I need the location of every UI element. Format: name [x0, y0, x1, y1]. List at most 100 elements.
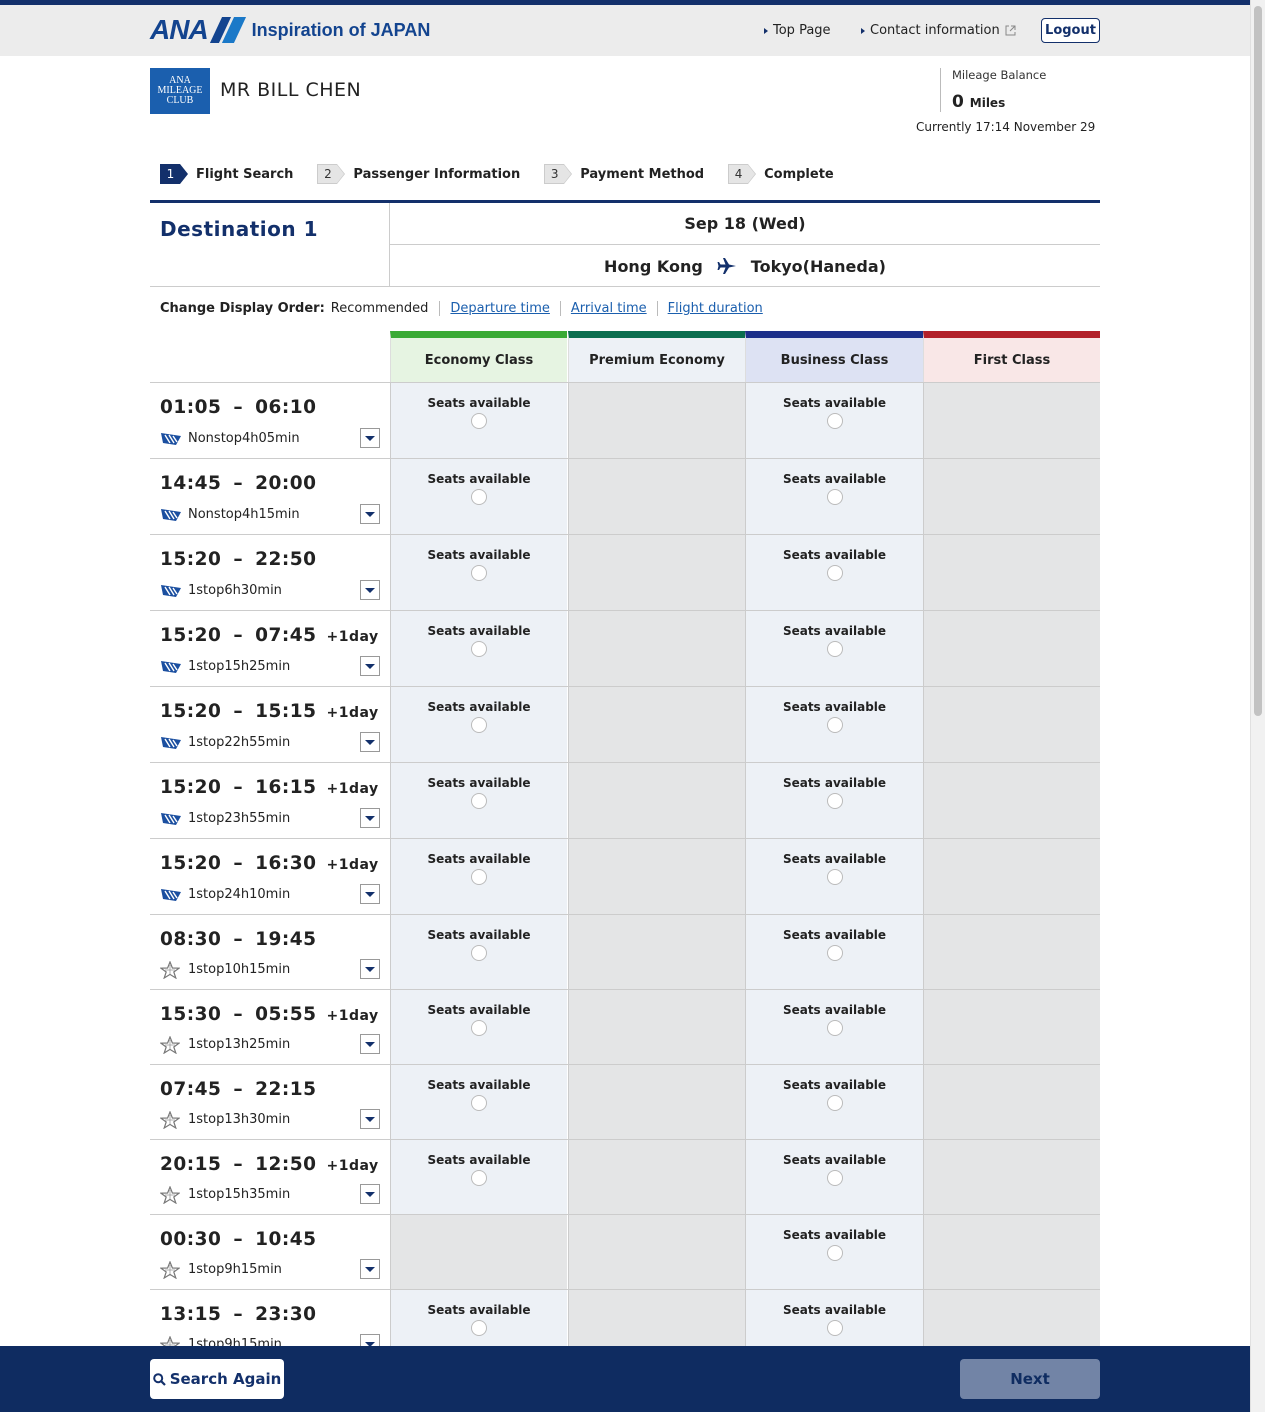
- fare-cell-business[interactable]: Seats available: [745, 383, 923, 458]
- fare-cell-business[interactable]: Seats available: [745, 1140, 923, 1214]
- stops-duration: 1stop6h30min: [188, 582, 282, 598]
- fare-radio[interactable]: [471, 717, 487, 733]
- table-row: 14:45–20:00 Nonstop4h15min Seats available…: [150, 458, 1100, 534]
- sort-arrival-time-link[interactable]: Arrival time: [559, 301, 657, 316]
- fare-radio[interactable]: [471, 869, 487, 885]
- fare-cell-economy[interactable]: Seats available: [390, 763, 567, 838]
- fare-radio[interactable]: [471, 489, 487, 505]
- fare-radio[interactable]: [826, 565, 843, 581]
- fare-cell-business[interactable]: Seats available: [745, 1215, 923, 1289]
- fare-cell-economy[interactable]: Seats available: [390, 1140, 567, 1214]
- fare-radio[interactable]: [826, 1170, 843, 1186]
- fare-radio[interactable]: [471, 1320, 487, 1336]
- flight-times: 15:30–05:55 +1day: [160, 1004, 379, 1025]
- ana-logo[interactable]: ANA Inspiration of JAPAN: [150, 14, 430, 45]
- fare-cell-business[interactable]: Seats available: [745, 839, 923, 914]
- sort-departure-time-link[interactable]: Departure time: [439, 301, 559, 316]
- expand-details-button[interactable]: [360, 656, 380, 676]
- step-label: Payment Method: [580, 166, 705, 182]
- time-separator: –: [233, 1229, 244, 1250]
- search-again-button[interactable]: Search Again: [150, 1359, 284, 1399]
- fare-cell-economy[interactable]: Seats available: [390, 990, 567, 1064]
- fare-cell-business[interactable]: Seats available: [745, 687, 923, 762]
- expand-details-button[interactable]: [360, 580, 380, 600]
- fare-cell-first: [923, 1215, 1100, 1289]
- logo-text: ANA: [150, 14, 209, 45]
- fare-cell-economy[interactable]: Seats available: [390, 383, 567, 458]
- fare-cell-premium-economy: [568, 1215, 745, 1289]
- table-row: 15:20–15:15 +1day 1stop22h55min Seats avail…: [150, 686, 1100, 762]
- seats-available-label: Seats available: [427, 1003, 531, 1017]
- fare-radio[interactable]: [471, 1170, 487, 1186]
- fare-cell-business[interactable]: Seats available: [745, 763, 923, 838]
- contact-link[interactable]: Contact information: [861, 23, 1016, 38]
- fare-radio[interactable]: [826, 945, 843, 961]
- expand-details-button[interactable]: [360, 1034, 380, 1054]
- fare-radio[interactable]: [471, 1020, 487, 1036]
- departure-time: 07:45: [160, 1079, 222, 1100]
- fare-cell-economy[interactable]: Seats available: [390, 687, 567, 762]
- fare-radio[interactable]: [826, 641, 843, 657]
- expand-details-button[interactable]: [360, 1259, 380, 1279]
- fare-radio[interactable]: [826, 413, 843, 429]
- arrival-time: 05:55: [255, 1004, 317, 1025]
- fare-cell-business[interactable]: Seats available: [745, 459, 923, 534]
- fare-cell-economy[interactable]: Seats available: [390, 535, 567, 610]
- destination-city: Tokyo(Haneda): [750, 256, 886, 276]
- fare-radio[interactable]: [471, 565, 487, 581]
- fare-radio[interactable]: [471, 1095, 487, 1111]
- fare-cell-business[interactable]: Seats available: [745, 915, 923, 989]
- logout-button[interactable]: Logout: [1041, 18, 1100, 43]
- expand-details-button[interactable]: [360, 1184, 380, 1204]
- stops-duration: 1stop10h15min: [188, 961, 291, 977]
- fare-radio[interactable]: [471, 945, 487, 961]
- departure-time: 15:30: [160, 1004, 222, 1025]
- chevron-down-icon: [365, 1116, 375, 1122]
- fare-radio[interactable]: [826, 793, 843, 809]
- fare-radio[interactable]: [826, 1245, 843, 1261]
- expand-details-button[interactable]: [360, 428, 380, 448]
- fare-radio[interactable]: [471, 641, 487, 657]
- fare-radio[interactable]: [826, 717, 843, 733]
- ana-airline-icon: [160, 430, 182, 446]
- expand-details-button[interactable]: [360, 504, 380, 524]
- fare-cell-economy[interactable]: Seats available: [390, 915, 567, 989]
- fare-radio[interactable]: [826, 1020, 843, 1036]
- step-payment-method: 3 Payment Method: [544, 164, 704, 184]
- fare-cell-economy[interactable]: Seats available: [390, 1065, 567, 1139]
- mileage-value-wrap: 0 Miles: [952, 92, 1090, 112]
- fare-radio[interactable]: [826, 489, 843, 505]
- fare-radio[interactable]: [826, 869, 843, 885]
- fare-cell-economy[interactable]: Seats available: [390, 611, 567, 686]
- fare-radio[interactable]: [826, 1320, 843, 1336]
- fare-cell-business[interactable]: Seats available: [745, 611, 923, 686]
- sort-flight-duration-link[interactable]: Flight duration: [656, 301, 773, 316]
- chevron-down-icon: [365, 891, 375, 897]
- expand-details-button[interactable]: [360, 884, 380, 904]
- fare-cell-premium-economy: [568, 915, 745, 989]
- expand-details-button[interactable]: [360, 732, 380, 752]
- departure-time: 15:20: [160, 701, 222, 722]
- fare-cell-business[interactable]: Seats available: [745, 535, 923, 610]
- stops-duration: 1stop23h55min: [188, 810, 291, 826]
- expand-details-button[interactable]: [360, 1109, 380, 1129]
- flight-info: 1stop15h25min: [160, 657, 290, 675]
- page-scrollbar[interactable]: [1250, 0, 1265, 1412]
- expand-details-button[interactable]: [360, 808, 380, 828]
- next-day-badge: +1day: [326, 629, 379, 645]
- top-page-link[interactable]: Top Page: [764, 23, 831, 38]
- fare-cell-business[interactable]: Seats available: [745, 990, 923, 1064]
- fare-radio[interactable]: [471, 413, 487, 429]
- fare-cell-economy[interactable]: Seats available: [390, 839, 567, 914]
- fare-cell-economy[interactable]: Seats available: [390, 459, 567, 534]
- fare-radio[interactable]: [471, 793, 487, 809]
- arrival-time: 20:00: [255, 473, 317, 494]
- fare-radio[interactable]: [826, 1095, 843, 1111]
- fare-cell-business[interactable]: Seats available: [745, 1065, 923, 1139]
- next-day-badge: +1day: [326, 1158, 379, 1174]
- seats-available-label: Seats available: [427, 928, 531, 942]
- expand-details-button[interactable]: [360, 959, 380, 979]
- next-button[interactable]: Next: [960, 1359, 1100, 1399]
- fare-cell-premium-economy: [568, 1140, 745, 1214]
- scrollbar-thumb[interactable]: [1254, 6, 1262, 716]
